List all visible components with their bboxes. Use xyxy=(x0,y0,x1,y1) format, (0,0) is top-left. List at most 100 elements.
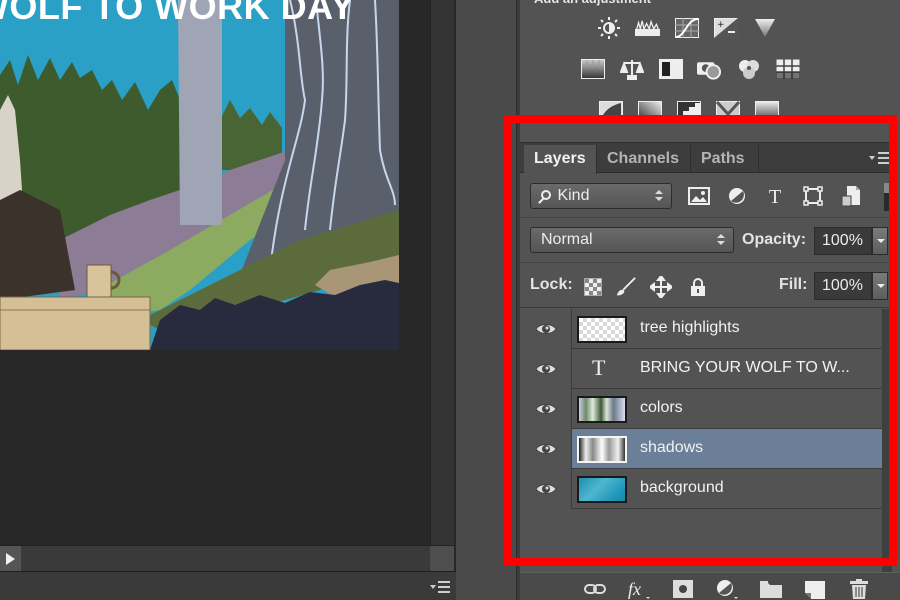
lock-label: Lock: xyxy=(530,276,573,293)
new-group-folder-icon[interactable] xyxy=(758,578,784,600)
link-layers-icon[interactable] xyxy=(582,578,608,600)
eye-icon xyxy=(534,484,557,494)
type-layer-icon: T xyxy=(592,355,606,380)
fill-label: Fill: xyxy=(779,276,808,293)
updown-arrows-icon xyxy=(655,190,663,202)
hue-saturation-icon[interactable] xyxy=(580,58,605,80)
layer-name[interactable]: tree highlights xyxy=(640,319,740,337)
visibility-toggle[interactable] xyxy=(520,349,572,389)
visibility-toggle[interactable] xyxy=(520,309,572,349)
panel-dock-gutter xyxy=(456,0,518,600)
caret-down-icon xyxy=(430,585,436,589)
scroll-corner xyxy=(430,546,454,572)
pixel-layer-filter-icon[interactable] xyxy=(686,185,712,207)
layer-row-colors[interactable]: colors xyxy=(520,389,882,429)
threshold-icon[interactable] xyxy=(676,100,701,122)
layer-row-text[interactable]: T BRING YOUR WOLF TO W... xyxy=(520,349,882,389)
svg-text:T: T xyxy=(769,186,781,206)
filter-toggle-switch[interactable] xyxy=(884,183,892,211)
shape-layer-filter-icon[interactable] xyxy=(800,185,826,207)
layer-thumbnail xyxy=(577,316,627,343)
vertical-scrollbar[interactable] xyxy=(430,0,454,545)
lock-row: Lock: Fill: 100% xyxy=(520,264,892,308)
layer-thumbnail xyxy=(577,476,627,503)
layer-thumbnail xyxy=(577,396,627,423)
layer-name[interactable]: colors xyxy=(640,399,683,417)
layers-panel: Layers Channels Paths Kind T Normal Opac… xyxy=(520,142,892,573)
levels-icon[interactable] xyxy=(635,17,660,39)
visibility-toggle[interactable] xyxy=(520,429,572,469)
exposure-icon[interactable]: + xyxy=(713,17,738,39)
type-layer-filter-icon[interactable]: T xyxy=(762,185,788,207)
svg-text:fx: fx xyxy=(628,579,641,599)
document-canvas-area[interactable]: BRING YOUR WOLF TO WORK DAY xyxy=(0,0,430,545)
grey-tree xyxy=(178,0,222,225)
color-lookup-icon[interactable] xyxy=(775,58,800,80)
tab-layers[interactable]: Layers xyxy=(524,145,597,174)
adjustment-layer-filter-icon[interactable] xyxy=(724,185,750,207)
layer-list-scrollbar[interactable] xyxy=(882,309,892,573)
panel-tabs: Layers Channels Paths xyxy=(520,143,892,174)
status-menu-button[interactable] xyxy=(430,579,452,595)
brightness-contrast-icon[interactable] xyxy=(596,17,621,39)
filter-kind-label: Kind xyxy=(557,187,590,204)
layer-name[interactable]: background xyxy=(640,479,724,497)
layer-list: tree highlights T BRING YOUR WOLF TO W..… xyxy=(520,309,882,515)
play-arrow-icon xyxy=(6,553,15,565)
artwork-title-text: BRING YOUR WOLF TO WORK DAY xyxy=(0,0,355,27)
opacity-dropdown-button[interactable] xyxy=(872,227,888,255)
layer-filter-row: Kind T xyxy=(520,174,892,218)
lock-transparent-pixels-icon[interactable] xyxy=(582,276,604,298)
layer-name[interactable]: BRING YOUR WOLF TO W... xyxy=(640,359,850,377)
layer-mask-icon[interactable] xyxy=(670,578,696,600)
layer-name[interactable]: shadows xyxy=(640,439,703,457)
panel-menu-icon xyxy=(878,152,890,164)
adjustments-heading: Add an adjustment xyxy=(534,0,651,6)
color-balance-icon[interactable] xyxy=(619,58,644,80)
blend-mode-select[interactable]: Normal xyxy=(530,227,734,253)
lock-position-move-icon[interactable] xyxy=(650,276,672,298)
new-adjustment-layer-icon[interactable] xyxy=(714,578,740,600)
adjustments-row-2 xyxy=(580,58,800,80)
new-layer-icon[interactable] xyxy=(802,578,828,600)
gradient-map-icon[interactable] xyxy=(754,100,779,122)
lock-image-pixels-brush-icon[interactable] xyxy=(615,276,637,298)
layer-row-shadows[interactable]: shadows xyxy=(520,429,882,469)
desk xyxy=(0,296,151,350)
artwork-canvas[interactable]: BRING YOUR WOLF TO WORK DAY xyxy=(0,0,399,350)
layers-bottom-bar: fx xyxy=(520,572,900,600)
layers-panel-menu-button[interactable] xyxy=(869,152,890,164)
eye-icon xyxy=(534,364,557,374)
fill-input[interactable]: 100% xyxy=(814,272,872,300)
tab-paths[interactable]: Paths xyxy=(691,145,759,173)
photoshop-window: BRING YOUR WOLF TO WORK DAY Add an adjus… xyxy=(0,0,900,600)
opacity-input[interactable]: 100% xyxy=(814,227,872,255)
filter-icons: T xyxy=(686,185,864,207)
lock-all-padlock-icon[interactable] xyxy=(687,276,709,298)
curves-icon[interactable] xyxy=(674,17,699,39)
tab-channels[interactable]: Channels xyxy=(597,145,691,173)
layer-row-tree-highlights[interactable]: tree highlights xyxy=(520,309,882,349)
visibility-toggle[interactable] xyxy=(520,389,572,429)
vibrance-icon[interactable] xyxy=(752,17,777,39)
horizontal-scrollbar[interactable] xyxy=(0,545,454,572)
updown-arrows-icon xyxy=(717,234,725,246)
delete-layer-trash-icon[interactable] xyxy=(846,578,872,600)
adjustments-row-3 xyxy=(598,100,779,122)
filter-kind-select[interactable]: Kind xyxy=(530,183,672,209)
layer-row-background[interactable]: background xyxy=(520,469,882,509)
smart-object-filter-icon[interactable] xyxy=(838,185,864,207)
invert-icon[interactable] xyxy=(598,100,623,122)
visibility-toggle[interactable] xyxy=(520,469,572,509)
selective-color-icon[interactable] xyxy=(715,100,740,122)
channel-mixer-icon[interactable] xyxy=(736,58,761,80)
photo-filter-icon[interactable] xyxy=(697,58,722,80)
mug xyxy=(86,264,112,298)
posterize-icon[interactable] xyxy=(637,100,662,122)
opacity-label: Opacity: xyxy=(742,231,807,248)
fx-icon[interactable]: fx xyxy=(626,578,652,600)
scroll-right-button[interactable] xyxy=(0,546,21,572)
adjustments-row-1: + xyxy=(596,17,777,39)
black-white-icon[interactable] xyxy=(658,58,683,80)
fill-dropdown-button[interactable] xyxy=(872,272,888,300)
